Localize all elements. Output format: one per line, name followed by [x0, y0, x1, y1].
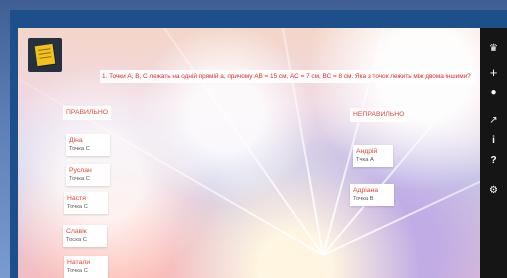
info-icon[interactable]: i — [480, 132, 507, 148]
sun-ray — [249, 28, 324, 256]
question-number: 1. — [102, 73, 108, 80]
crown-icon[interactable]: ♛ — [480, 40, 507, 56]
right-toolbar: ♛ + ● ↗ i ? ⚙ — [480, 28, 507, 278]
student-answer: Тоска С — [66, 237, 87, 243]
plus-icon[interactable]: + — [480, 64, 507, 80]
answer-card[interactable]: Діна Точка С — [66, 134, 110, 156]
student-answer: Точка С — [69, 176, 90, 182]
user-icon[interactable]: ● — [480, 84, 507, 100]
student-name: Адріана — [353, 187, 379, 194]
answer-card[interactable]: Адріана Точка В — [350, 184, 394, 206]
question-banner: 1. Точки А, В, С лежать на одній прямій … — [100, 70, 475, 83]
student-name: Славік — [66, 228, 87, 235]
student-answer: Тчка А — [356, 157, 374, 163]
student-answer: Точка С — [69, 146, 90, 152]
sun-ray — [322, 28, 480, 256]
board-logo[interactable] — [28, 38, 62, 72]
incorrect-column-label: НЕПРАВИЛЬНО — [350, 108, 408, 122]
answer-card[interactable]: Славік Тоска С — [63, 225, 107, 247]
answer-card[interactable]: Настя Точка С — [64, 192, 108, 214]
answer-card[interactable]: Натали Точка С — [64, 256, 108, 278]
student-name: Руслан — [69, 167, 92, 174]
help-icon[interactable]: ? — [480, 152, 507, 168]
student-name: Діна — [69, 137, 83, 144]
student-answer: Точка С — [67, 204, 88, 210]
correct-column-label: ПРАВИЛЬНО — [63, 106, 112, 120]
answer-card[interactable]: Руслан Точка С — [66, 164, 110, 186]
answer-card[interactable]: Андрій Тчка А — [353, 145, 393, 167]
student-name: Андрій — [356, 148, 378, 155]
student-name: Натали — [67, 259, 91, 266]
student-answer: Точка В — [353, 196, 374, 202]
question-text: Точки А, В, С лежать на одній прямій а, … — [109, 73, 471, 80]
share-icon[interactable]: ↗ — [480, 112, 507, 128]
student-answer: Точка С — [67, 268, 88, 274]
student-name: Настя — [67, 195, 86, 202]
sticky-note-icon — [34, 43, 56, 67]
gear-icon[interactable]: ⚙ — [480, 182, 507, 198]
